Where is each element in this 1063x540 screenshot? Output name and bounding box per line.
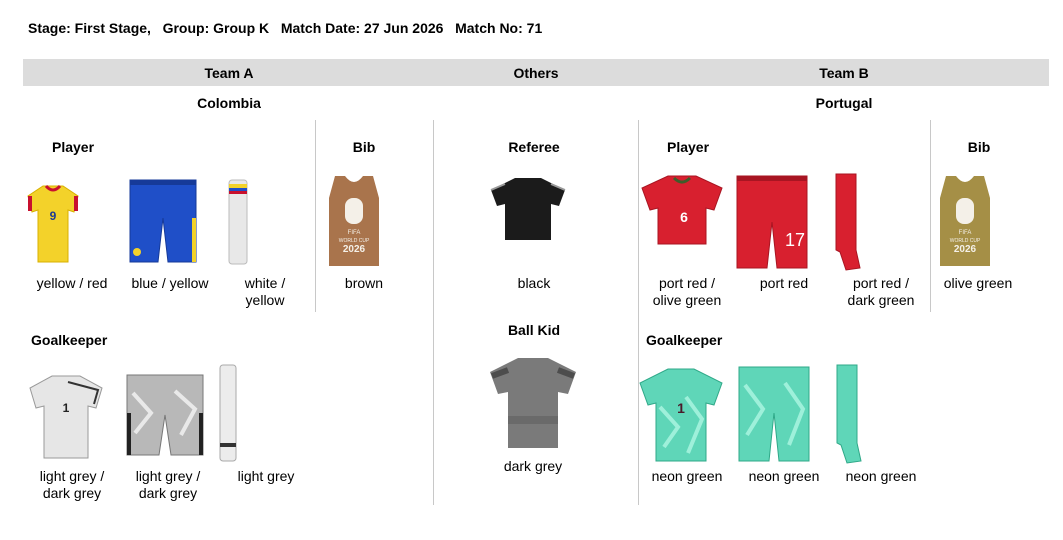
team-a-gk-shirt-label: light grey / dark grey <box>39 468 105 501</box>
colombia-socks-image <box>228 179 248 265</box>
team-b-shirt-label: port red / olive green <box>652 275 722 308</box>
svg-text:FIFA: FIFA <box>959 230 972 236</box>
team-b-name: Portugal <box>815 95 873 111</box>
svg-text:1: 1 <box>677 400 685 416</box>
match-info: Stage: First Stage, Group: Group K Match… <box>28 20 542 36</box>
team-b-gk-title: Goalkeeper <box>646 332 723 348</box>
team-a-player-title: Player <box>51 139 95 155</box>
portugal-gk-socks-image <box>836 364 862 464</box>
svg-text:2026: 2026 <box>343 244 366 255</box>
team-a-bib-label: brown <box>344 275 384 291</box>
team-a-socks-label: white / yellow <box>244 275 286 308</box>
team-b-gk-socks-label: neon green <box>845 468 917 484</box>
column-header-bar: Team A Others Team B <box>23 59 1049 86</box>
group-text: Group: Group K <box>162 20 270 36</box>
team-b-player-title: Player <box>666 139 710 155</box>
portugal-bib-image: FIFA WORLD CUP 2026 <box>940 176 990 266</box>
team-b-gk-shirt-label: neon green <box>651 468 723 484</box>
team-b-shorts-label: port red <box>759 275 809 291</box>
portugal-gk-shorts-image <box>738 366 810 462</box>
ballkid-label: dark grey <box>503 458 563 474</box>
colombia-gk-socks-image <box>219 364 237 462</box>
portugal-shorts-image: 17 <box>736 175 808 269</box>
team-a-bib-title: Bib <box>352 139 376 155</box>
date-text: Match Date: 27 Jun 2026 <box>280 20 444 36</box>
team-a-gk-shorts-label: light grey / dark grey <box>135 468 201 501</box>
portugal-gk-shirt-image: 1 <box>639 368 723 462</box>
svg-text:9: 9 <box>50 209 57 223</box>
team-b-socks-label: port red / dark green <box>847 275 915 308</box>
svg-text:2026: 2026 <box>954 244 977 255</box>
team-a-gk-socks-label: light grey <box>237 468 295 484</box>
referee-shirt-image <box>490 178 566 240</box>
portugal-socks-image <box>835 173 861 271</box>
svg-text:1: 1 <box>63 401 70 415</box>
team-a-name: Colombia <box>197 95 261 111</box>
team-b-gk-shorts-label: neon green <box>748 468 820 484</box>
divider-b-bib <box>930 120 931 312</box>
svg-text:17: 17 <box>785 230 805 250</box>
team-a-shirt-label: yellow / red <box>36 275 108 291</box>
ballkid-title: Ball Kid <box>507 322 561 338</box>
team-b-bib-label: olive green <box>943 275 1013 291</box>
portugal-shirt-image: 6 <box>641 175 723 245</box>
colombia-shorts-image <box>129 179 197 263</box>
stage-text: Stage: First Stage, <box>28 20 151 36</box>
team-a-shorts-label: blue / yellow <box>131 275 209 291</box>
others-header: Others <box>513 65 559 81</box>
ballkid-shirt-image <box>490 358 576 448</box>
team-b-bib-title: Bib <box>967 139 991 155</box>
divider-a-bib <box>315 120 316 312</box>
referee-title: Referee <box>508 139 560 155</box>
team-a-header: Team A <box>204 65 254 81</box>
referee-label: black <box>517 275 551 291</box>
colombia-gk-shirt-image: 1 <box>29 375 103 459</box>
match-no-text: Match No: 71 <box>455 20 543 36</box>
team-b-header: Team B <box>819 65 869 81</box>
svg-text:FIFA: FIFA <box>348 230 361 236</box>
colombia-gk-shorts-image <box>126 374 204 456</box>
svg-text:6: 6 <box>680 209 688 225</box>
divider-a-others <box>433 120 434 505</box>
colombia-bib-image: FIFA WORLD CUP 2026 <box>329 176 379 266</box>
team-a-gk-title: Goalkeeper <box>31 332 108 348</box>
colombia-shirt-image: 9 <box>27 184 79 263</box>
